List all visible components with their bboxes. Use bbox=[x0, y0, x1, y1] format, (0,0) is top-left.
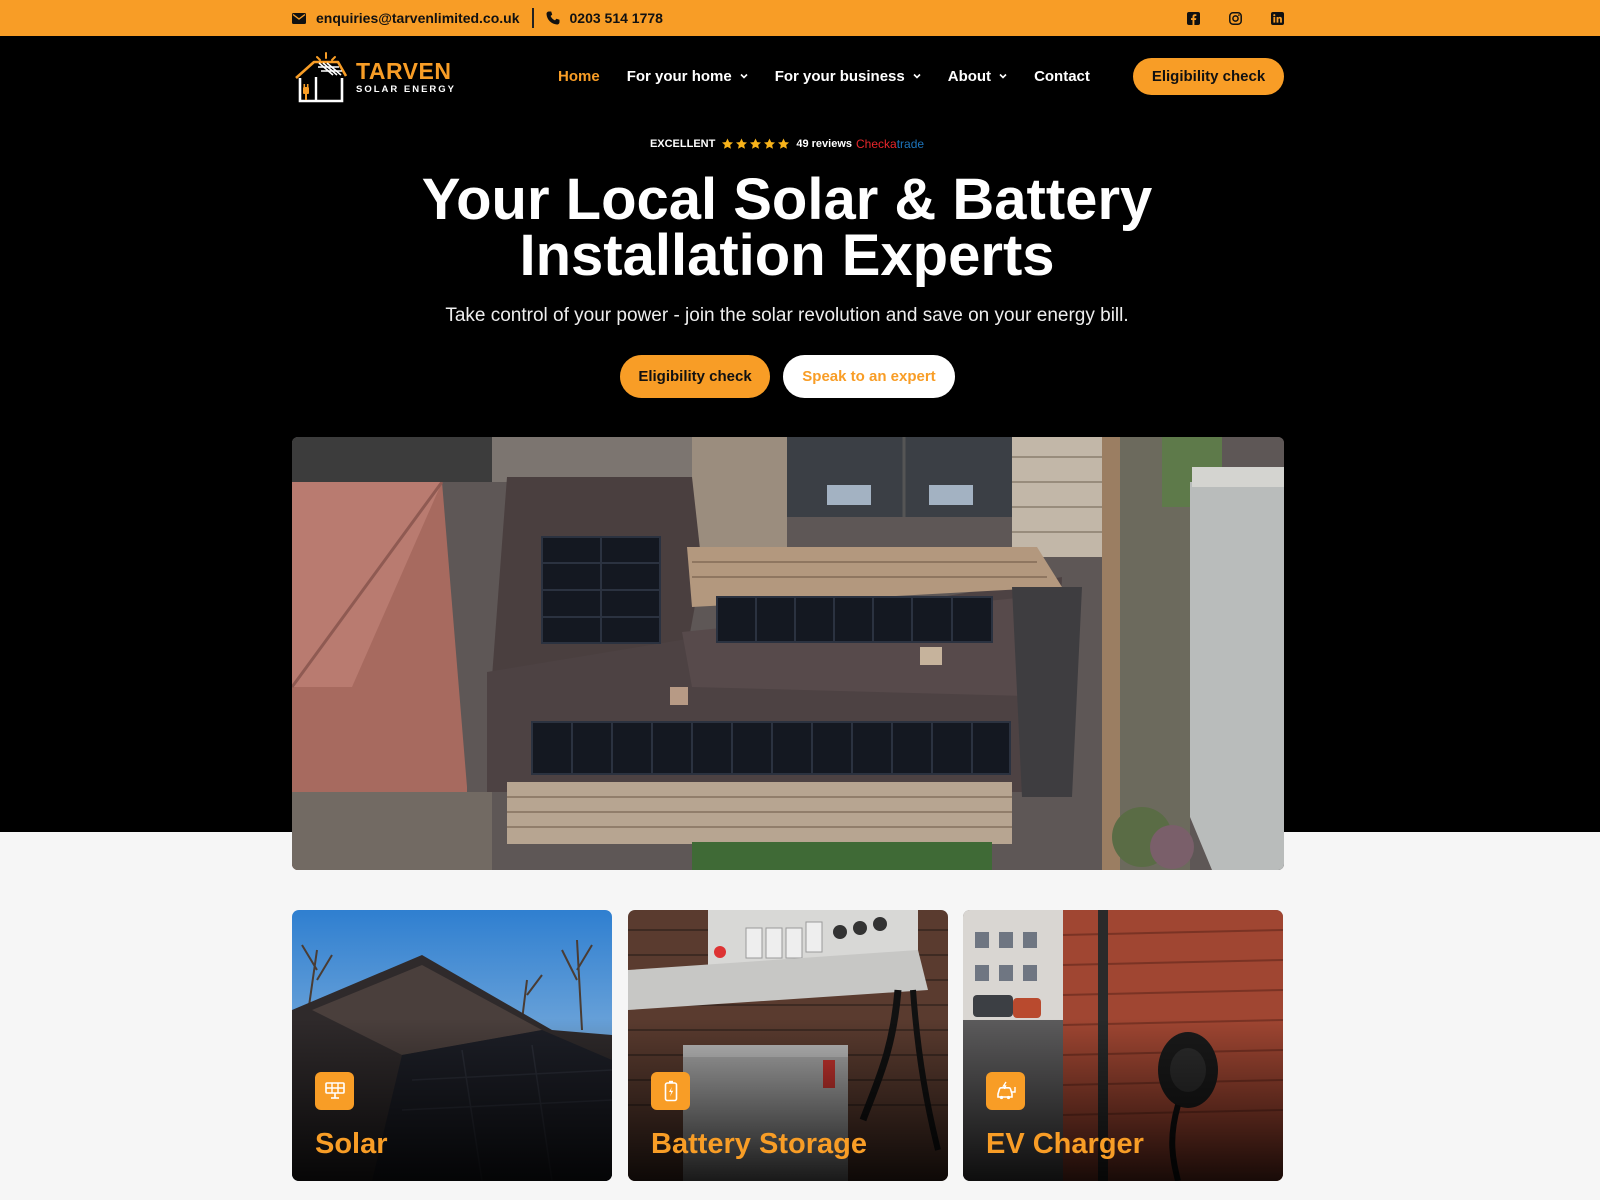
battery-storage-card-title: Battery Storage bbox=[651, 1128, 867, 1160]
social-links bbox=[1186, 11, 1284, 25]
hero-headline-line2: Installation Experts bbox=[519, 223, 1055, 288]
star-icon bbox=[764, 138, 776, 149]
envelope-icon bbox=[292, 12, 306, 24]
star-icon bbox=[778, 138, 790, 149]
nav-home-label: Home bbox=[558, 67, 600, 85]
logo-tagline: SOLAR ENERGY bbox=[356, 83, 457, 95]
nav-contact[interactable]: Contact bbox=[1034, 68, 1090, 85]
battery-storage-card[interactable]: Battery Storage bbox=[628, 910, 948, 1181]
checkatrade-logo: Checkatrade bbox=[856, 137, 924, 151]
nav-eligibility-check-button[interactable]: Eligibility check bbox=[1133, 58, 1284, 95]
instagram-icon[interactable] bbox=[1228, 11, 1242, 25]
chevron-down-icon bbox=[999, 73, 1007, 79]
aerial-roof-illustration bbox=[292, 437, 1284, 870]
star-icon bbox=[750, 138, 762, 149]
top-contact-bar: enquiries@tarvenlimited.co.uk 0203 514 1… bbox=[0, 0, 1600, 36]
checkatrade-logo-part1: Checka bbox=[856, 137, 897, 151]
nav-home[interactable]: Home bbox=[558, 68, 600, 85]
rating-stars bbox=[721, 138, 790, 150]
aerial-roof-photo bbox=[292, 437, 1284, 870]
rating-label: EXCELLENT bbox=[649, 138, 716, 150]
nav-about-label: About bbox=[947, 67, 992, 85]
linkedin-icon[interactable] bbox=[1270, 11, 1284, 25]
solar-panel-icon bbox=[315, 1072, 354, 1110]
rating-strip[interactable]: EXCELLENT 49 reviews Checkatrade bbox=[0, 137, 1574, 151]
house-sun-logo-icon bbox=[295, 52, 348, 103]
nav-about[interactable]: About bbox=[948, 68, 1007, 85]
email-text: enquiries@tarvenlimited.co.uk bbox=[316, 10, 520, 26]
chevron-down-icon bbox=[913, 73, 921, 79]
checkatrade-logo-part2: trade bbox=[896, 137, 925, 151]
rating-reviews: 49 reviews bbox=[796, 138, 852, 150]
star-icon bbox=[722, 138, 734, 149]
nav-for-your-home[interactable]: For your home bbox=[627, 68, 748, 85]
nav-for-your-business[interactable]: For your business bbox=[775, 68, 921, 85]
battery-icon bbox=[651, 1072, 690, 1110]
chevron-down-icon bbox=[740, 73, 748, 79]
solar-card[interactable]: Solar bbox=[292, 910, 612, 1181]
eligibility-check-button[interactable]: Eligibility check bbox=[620, 355, 770, 398]
ev-charger-card[interactable]: EV Charger bbox=[963, 910, 1283, 1181]
hero-headline: Your Local Solar & Battery Installation … bbox=[0, 171, 1574, 285]
hero-subheadline: Take control of your power - join the so… bbox=[445, 305, 1129, 326]
divider bbox=[531, 8, 534, 28]
ev-car-icon bbox=[986, 1072, 1025, 1110]
solar-card-title: Solar bbox=[315, 1128, 388, 1160]
phone-icon bbox=[546, 11, 559, 25]
logo-name: TARVEN bbox=[356, 57, 452, 84]
nav-contact-label: Contact bbox=[1034, 67, 1090, 85]
main-nav: Home For your home For your business Abo… bbox=[558, 64, 1117, 88]
email-link[interactable]: enquiries@tarvenlimited.co.uk bbox=[292, 10, 520, 26]
ev-charger-card-title: EV Charger bbox=[986, 1128, 1144, 1160]
facebook-icon[interactable] bbox=[1186, 11, 1200, 25]
site-logo[interactable]: TARVEN SOLAR ENERGY bbox=[292, 50, 462, 104]
nav-for-your-business-label: For your business bbox=[774, 67, 905, 85]
speak-to-expert-button[interactable]: Speak to an expert bbox=[783, 355, 955, 398]
nav-for-your-home-label: For your home bbox=[626, 67, 732, 85]
star-icon bbox=[736, 138, 748, 149]
phone-link[interactable]: 0203 514 1778 bbox=[546, 10, 663, 26]
phone-text: 0203 514 1778 bbox=[569, 10, 663, 26]
